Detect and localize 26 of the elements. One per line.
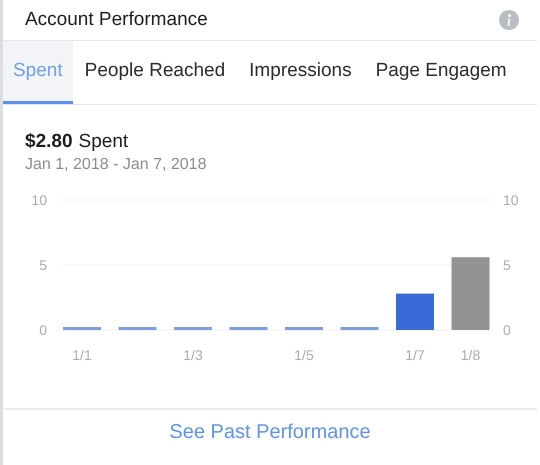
axis-label: 1/5	[294, 347, 314, 363]
axis-label: 5	[39, 257, 47, 273]
axis-label: 1/3	[183, 347, 203, 363]
info-icon[interactable]	[499, 10, 519, 30]
bar	[118, 327, 156, 330]
bar	[396, 294, 434, 330]
bar	[63, 327, 101, 330]
bar	[174, 327, 212, 330]
axis-label: 1/7	[405, 347, 425, 363]
spent-label: Spent	[78, 131, 128, 153]
bar	[285, 327, 323, 330]
bar	[340, 327, 378, 330]
tab[interactable]: People Reached	[72, 41, 238, 104]
axis-label: 5	[503, 257, 511, 273]
axis-label: 0	[503, 322, 511, 338]
tab[interactable]: Impressions	[237, 41, 364, 104]
axis-label: 1/8	[460, 347, 480, 363]
bar	[230, 327, 268, 330]
spent-amount: $2.80	[25, 131, 73, 153]
axis-label: 10	[31, 192, 47, 208]
tab[interactable]: Page Engagem	[364, 41, 519, 104]
axis-label: 1/1	[72, 347, 92, 363]
axis-label: 0	[39, 322, 47, 338]
panel-title: Account Performance	[25, 9, 208, 31]
axis-label: 10	[503, 192, 519, 208]
date-range: Jan 1, 2018 - Jan 7, 2018	[25, 156, 208, 174]
